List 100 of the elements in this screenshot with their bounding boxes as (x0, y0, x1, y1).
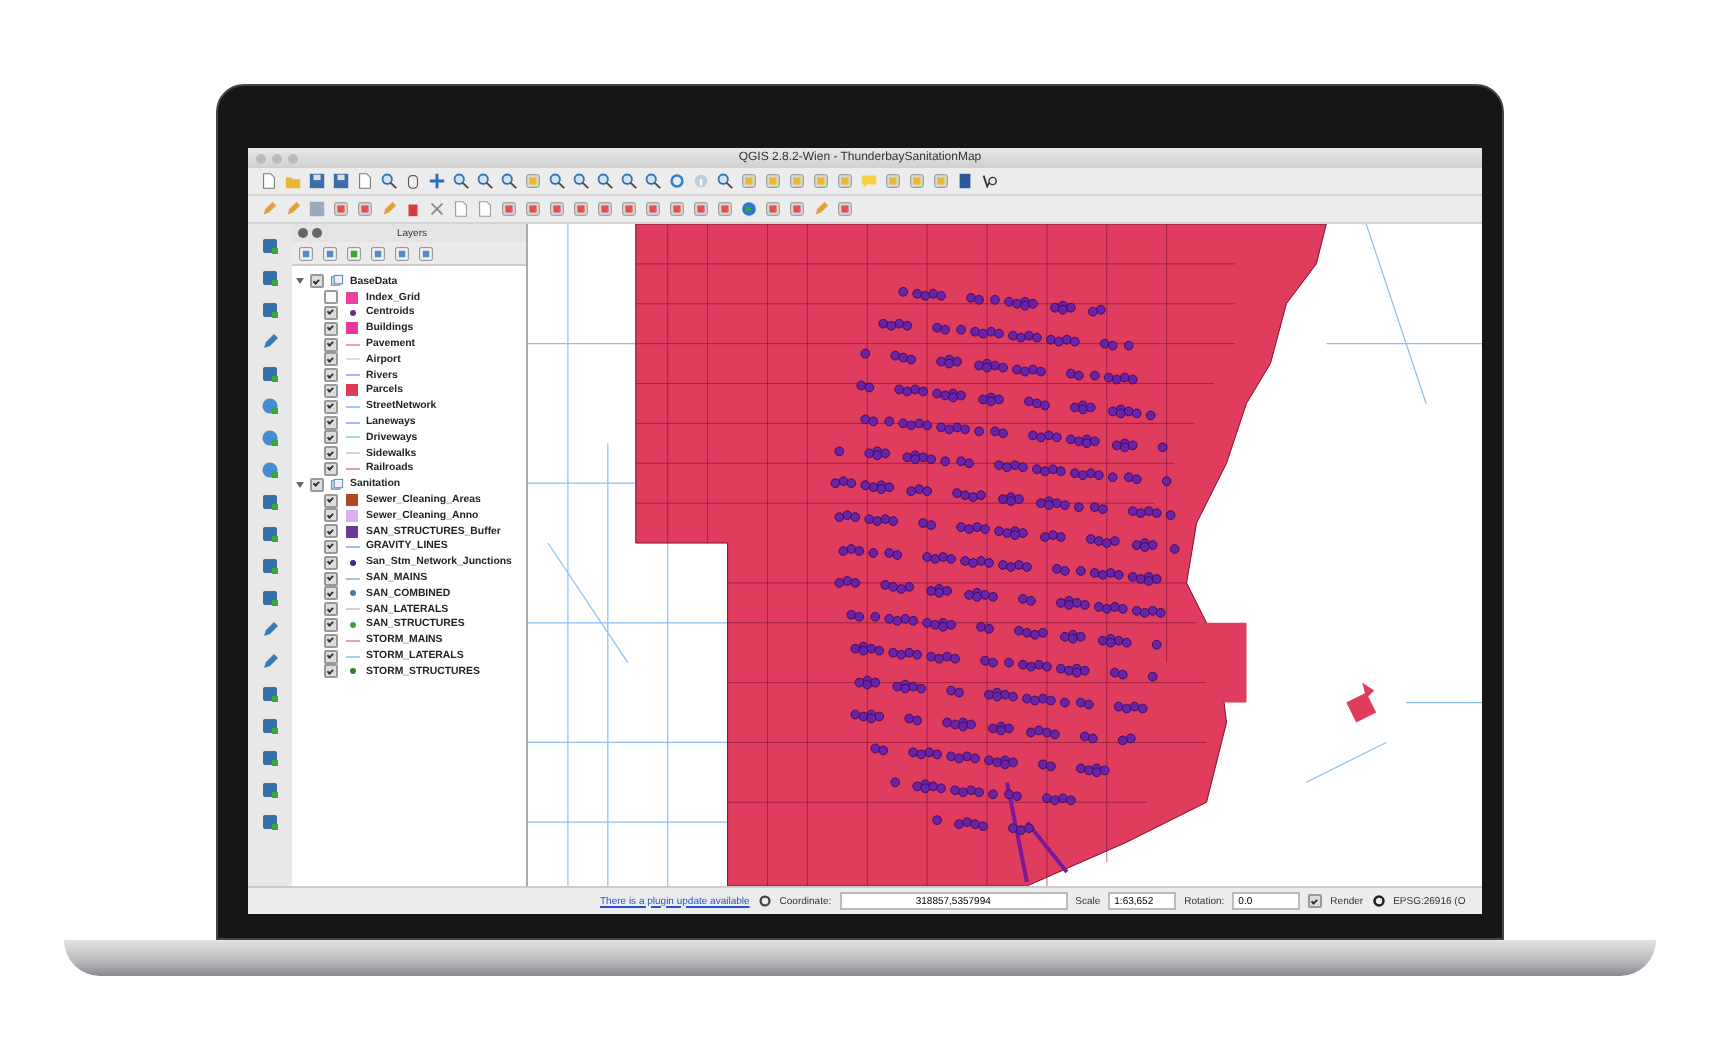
expand-arrow-icon[interactable] (296, 481, 304, 488)
checkbox[interactable] (324, 649, 338, 664)
tile-icon[interactable] (788, 200, 806, 218)
checkbox[interactable] (324, 539, 338, 554)
checkbox[interactable] (324, 305, 338, 320)
checkbox[interactable] (310, 274, 324, 289)
tile-icon[interactable] (332, 200, 350, 218)
book-icon[interactable] (956, 172, 974, 190)
tile-icon[interactable] (836, 200, 854, 218)
tile-icon[interactable] (620, 200, 638, 218)
tile-icon[interactable] (788, 172, 806, 190)
tile-icon[interactable] (260, 780, 280, 800)
render-checkbox[interactable] (1308, 894, 1323, 908)
magnifier-icon[interactable] (572, 172, 590, 190)
tile-icon[interactable] (370, 245, 386, 261)
refresh-icon[interactable] (668, 172, 686, 190)
checkbox[interactable] (324, 633, 338, 648)
tile-icon[interactable] (298, 245, 314, 261)
magnifier-icon[interactable] (476, 172, 494, 190)
expand-arrow-icon[interactable] (296, 278, 304, 285)
checkbox[interactable] (324, 664, 338, 679)
checkbox[interactable] (324, 290, 338, 305)
checkbox[interactable] (324, 602, 338, 617)
globe-icon[interactable] (260, 460, 280, 480)
tile-icon[interactable] (260, 716, 280, 736)
tile-icon[interactable] (500, 200, 518, 218)
checkbox[interactable] (324, 399, 338, 414)
checkbox[interactable] (324, 524, 338, 539)
tile-icon[interactable] (572, 200, 590, 218)
tile-icon[interactable] (260, 556, 280, 576)
window-control-dot[interactable] (256, 153, 266, 163)
tile-icon[interactable] (884, 172, 902, 190)
tile-icon[interactable] (260, 684, 280, 704)
checkbox[interactable] (324, 368, 338, 383)
tile-icon[interactable] (260, 524, 280, 544)
tile-icon[interactable] (418, 245, 434, 261)
tile-icon[interactable] (596, 200, 614, 218)
tile-icon[interactable] (716, 200, 734, 218)
checkbox[interactable] (324, 461, 338, 476)
magnifier-icon[interactable] (620, 172, 638, 190)
tile-icon[interactable] (740, 172, 758, 190)
checkbox[interactable] (324, 446, 338, 461)
checkbox[interactable] (324, 430, 338, 445)
tile-icon[interactable] (260, 268, 280, 288)
cross-arrows-icon[interactable] (428, 172, 446, 190)
tile-icon[interactable] (346, 245, 362, 261)
checkbox[interactable] (324, 352, 338, 367)
magnifier-icon[interactable] (500, 172, 518, 190)
checkbox[interactable] (324, 571, 338, 586)
checkbox[interactable] (324, 415, 338, 430)
layer-group-icon (330, 477, 344, 492)
tile-icon[interactable] (260, 364, 280, 384)
checkbox[interactable] (324, 493, 338, 508)
tile-icon[interactable] (260, 588, 280, 608)
checkbox[interactable] (324, 555, 338, 570)
tile-icon[interactable] (548, 200, 566, 218)
tile-icon[interactable] (260, 236, 280, 256)
globe-icon[interactable] (740, 200, 758, 218)
globe-icon[interactable] (260, 428, 280, 448)
tile-icon[interactable] (356, 200, 374, 218)
tile-icon[interactable] (764, 172, 782, 190)
tile-icon[interactable] (524, 200, 542, 218)
magnifier-icon[interactable] (644, 172, 662, 190)
checkbox[interactable] (310, 477, 324, 492)
globe-icon[interactable] (260, 396, 280, 416)
tile-icon[interactable] (524, 172, 542, 190)
tile-icon[interactable] (908, 172, 926, 190)
tile-icon[interactable] (932, 172, 950, 190)
map-drawing[interactable] (528, 224, 1482, 886)
document-icon[interactable] (260, 172, 278, 190)
tile-icon[interactable] (836, 172, 854, 190)
tile-icon[interactable] (260, 812, 280, 832)
tile-icon[interactable] (668, 200, 686, 218)
magnifier-icon[interactable] (548, 172, 566, 190)
tile-icon[interactable] (260, 748, 280, 768)
magnifier-icon[interactable] (716, 172, 734, 190)
checkbox[interactable] (324, 321, 338, 336)
document-icon[interactable] (356, 172, 374, 190)
pencil-icon[interactable] (260, 332, 280, 352)
checkbox[interactable] (324, 508, 338, 523)
window-control-dot[interactable] (272, 153, 282, 163)
tile-icon[interactable] (394, 245, 410, 261)
checkbox[interactable] (324, 383, 338, 398)
tile-icon[interactable] (260, 300, 280, 320)
trash-icon[interactable] (404, 200, 422, 218)
tile-icon[interactable] (322, 245, 338, 261)
checkbox[interactable] (324, 586, 338, 601)
checkbox[interactable] (324, 337, 338, 352)
tile-icon[interactable] (692, 200, 710, 218)
tile-icon[interactable] (812, 172, 830, 190)
window-control-dot[interactable] (288, 153, 298, 163)
scissors-icon[interactable] (428, 200, 446, 218)
magnifier-icon[interactable] (452, 172, 470, 190)
tile-icon[interactable] (644, 200, 662, 218)
tile-icon[interactable] (764, 200, 782, 218)
magnifier-icon[interactable] (596, 172, 614, 190)
checkbox[interactable] (324, 617, 338, 632)
tile-icon[interactable] (260, 492, 280, 512)
help-icon[interactable] (980, 172, 998, 190)
magnifier-icon[interactable] (380, 172, 398, 190)
